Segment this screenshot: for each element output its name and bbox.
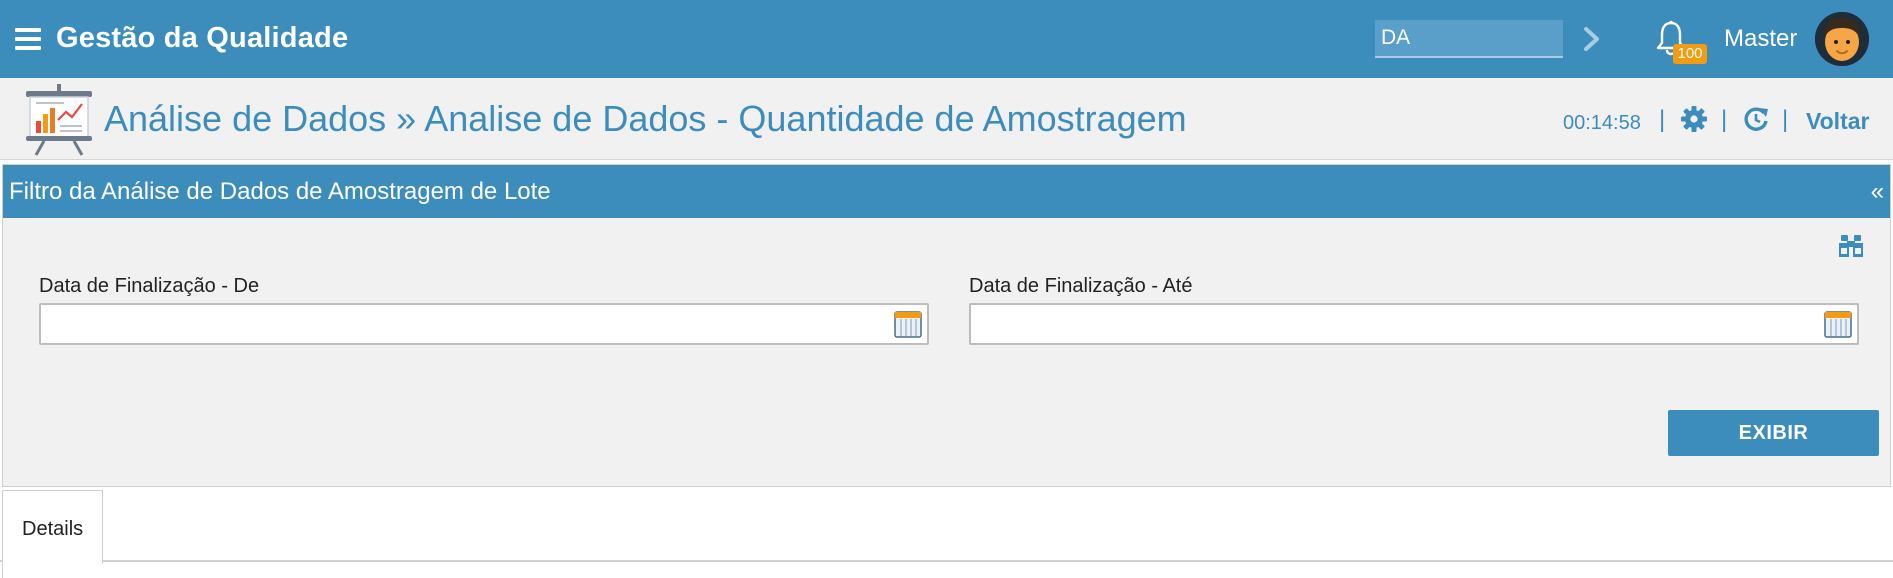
date-from-input[interactable]: [41, 305, 927, 343]
separator: |: [1659, 106, 1666, 133]
search-input[interactable]: [1375, 20, 1563, 58]
app-title[interactable]: Gestão da Qualidade: [56, 22, 348, 55]
collapse-toggle[interactable]: «: [1871, 178, 1884, 206]
binoculars-icon[interactable]: [1837, 233, 1865, 259]
date-to-input[interactable]: [971, 305, 1857, 343]
calendar-icon[interactable]: [894, 310, 922, 338]
filter-panel-header[interactable]: Filtro da Análise de Dados de Amostragem…: [3, 165, 1890, 218]
date-from-field[interactable]: [39, 303, 929, 345]
separator: |: [1721, 106, 1728, 133]
date-to-field[interactable]: [969, 303, 1859, 345]
tab-details-label: Details: [22, 518, 84, 540]
menu-icon[interactable]: [15, 28, 41, 50]
gear-icon[interactable]: [1680, 105, 1708, 133]
top-navbar: Gestão da Qualidade 100 Master: [0, 0, 1893, 78]
page-header: Análise de Dados » Analise de Dados - Qu…: [0, 78, 1893, 160]
back-link[interactable]: Voltar: [1806, 108, 1869, 135]
filter-panel: Filtro da Análise de Dados de Amostragem…: [2, 164, 1891, 487]
chevron-right-icon[interactable]: [1580, 26, 1604, 52]
notification-badge: 100: [1673, 44, 1707, 64]
avatar[interactable]: [1815, 12, 1869, 66]
refresh-icon[interactable]: [1742, 105, 1770, 133]
user-name[interactable]: Master: [1724, 25, 1797, 53]
tab-details[interactable]: Details: [2, 490, 103, 564]
tabs-bar: Details: [0, 488, 1893, 564]
presentation-chart-icon: [26, 84, 92, 156]
divider: [2, 562, 3, 578]
separator: |: [1782, 106, 1789, 133]
exibir-button[interactable]: EXIBIR: [1668, 410, 1879, 456]
date-to-label: Data de Finalização - Até: [969, 275, 1193, 297]
page-title: Análise de Dados » Analise de Dados - Qu…: [104, 98, 1187, 139]
calendar-icon[interactable]: [1824, 310, 1852, 338]
filter-panel-title: Filtro da Análise de Dados de Amostragem…: [9, 178, 551, 205]
date-from-label: Data de Finalização - De: [39, 275, 260, 297]
session-timer: 00:14:58: [1563, 112, 1641, 134]
